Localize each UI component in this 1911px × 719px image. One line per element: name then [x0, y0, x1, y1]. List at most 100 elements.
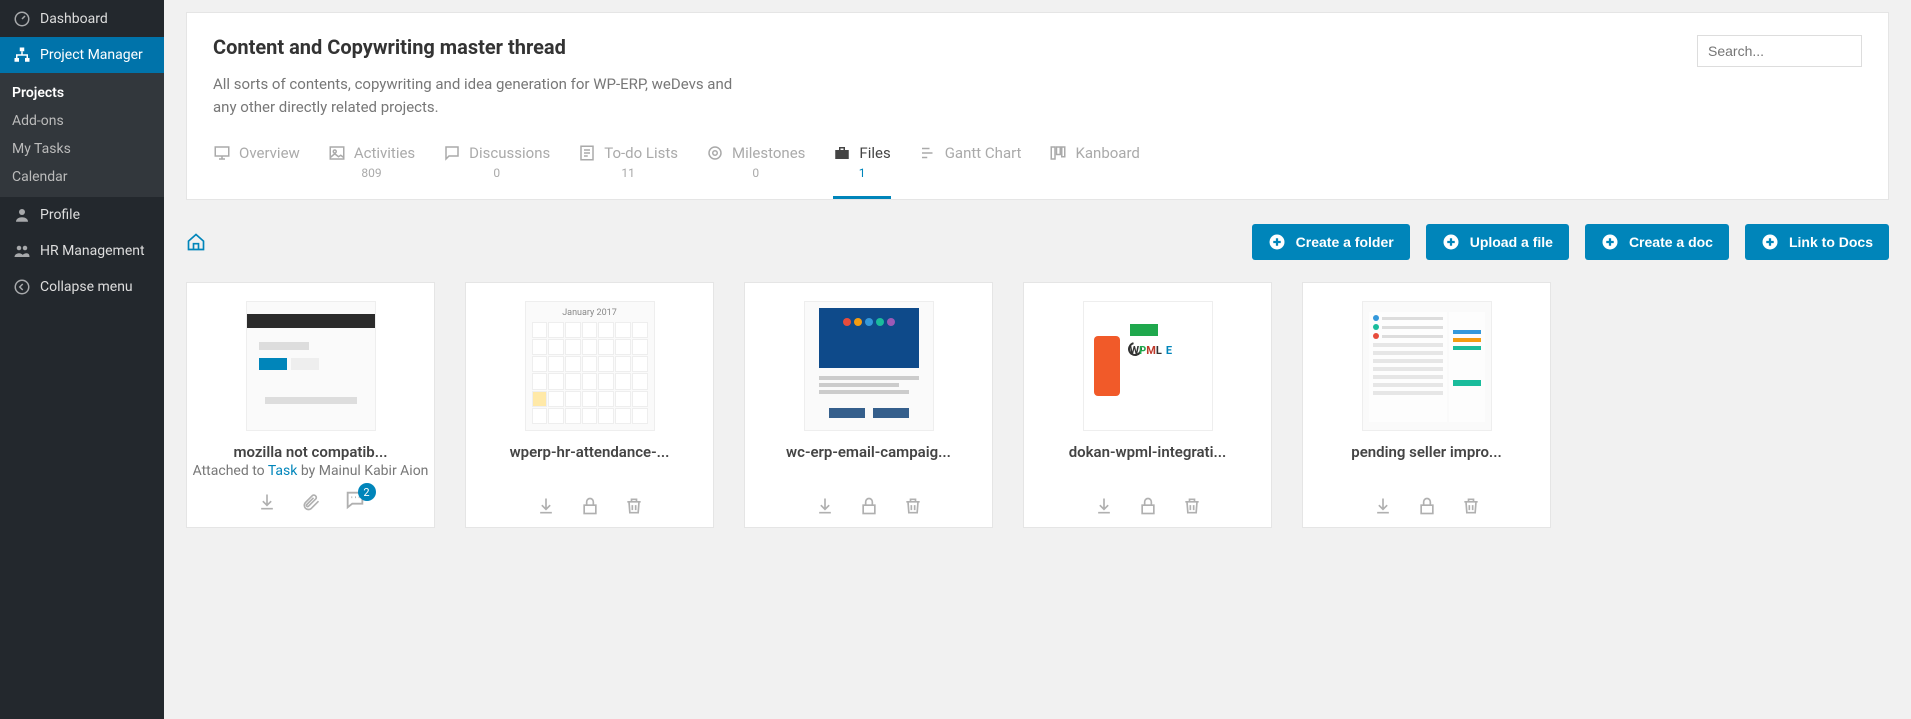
- files-toolbar: Create a folder Upload a file Create a d…: [186, 224, 1889, 260]
- sidebar-label: Project Manager: [40, 47, 143, 63]
- trash-icon[interactable]: [623, 495, 645, 517]
- project-description: All sorts of contents, copywriting and i…: [213, 73, 753, 118]
- download-icon[interactable]: [256, 491, 278, 513]
- tab-label: Discussions: [469, 144, 550, 162]
- tab-count: 0: [493, 166, 500, 180]
- file-thumbnail: [745, 283, 992, 437]
- link-docs-button[interactable]: Link to Docs: [1745, 224, 1889, 260]
- file-title: dokan-wpml-integrati...: [1024, 437, 1271, 463]
- comment-count-badge: 2: [358, 483, 376, 501]
- bars-icon: [919, 144, 937, 162]
- search-input[interactable]: [1697, 35, 1862, 67]
- submenu-item-projects[interactable]: Projects: [0, 79, 164, 107]
- monitor-icon: [213, 144, 231, 162]
- submenu-item-calendar[interactable]: Calendar: [0, 163, 164, 191]
- trash-icon[interactable]: [1460, 495, 1482, 517]
- user-icon: [12, 205, 32, 225]
- sidebar-item-dashboard[interactable]: Dashboard: [0, 1, 164, 37]
- sidebar-label: HR Management: [40, 243, 145, 259]
- tab-gantt-chart[interactable]: Gantt Chart: [919, 144, 1022, 199]
- file-title: wperp-hr-attendance-...: [466, 437, 713, 463]
- download-icon[interactable]: [814, 495, 836, 517]
- button-label: Upload a file: [1470, 234, 1553, 250]
- file-cards: mozilla not compatib... Attached to Task…: [186, 282, 1889, 528]
- file-thumbnail: [1303, 283, 1550, 437]
- tab-label: Activities: [354, 144, 415, 162]
- tab-count: 809: [361, 166, 381, 180]
- main-content: Content and Copywriting master thread Al…: [164, 0, 1911, 719]
- sidebar-item-profile[interactable]: Profile: [0, 197, 164, 233]
- file-card[interactable]: January 2017 wperp-hr-attendance-...: [465, 282, 714, 528]
- users-icon: [12, 241, 32, 261]
- home-icon[interactable]: [186, 232, 206, 252]
- project-tabs: Overview Activities 809 Discussions: [213, 144, 1862, 199]
- tab-milestones[interactable]: Milestones 0: [706, 144, 805, 199]
- trash-icon[interactable]: [902, 495, 924, 517]
- columns-icon: [1049, 144, 1067, 162]
- file-card[interactable]: wc-erp-email-campaig...: [744, 282, 993, 528]
- download-icon[interactable]: [535, 495, 557, 517]
- gauge-icon: [12, 9, 32, 29]
- tab-label: Milestones: [732, 144, 805, 162]
- lock-icon[interactable]: [1416, 495, 1438, 517]
- tab-todo-lists[interactable]: To-do Lists 11: [578, 144, 678, 199]
- plus-circle-icon: [1268, 233, 1286, 251]
- sidebar-label: Collapse menu: [40, 279, 133, 295]
- button-label: Create a folder: [1296, 234, 1394, 250]
- sitemap-icon: [12, 45, 32, 65]
- project-title: Content and Copywriting master thread: [213, 35, 753, 59]
- trash-icon[interactable]: [1181, 495, 1203, 517]
- download-icon[interactable]: [1093, 495, 1115, 517]
- download-icon[interactable]: [1372, 495, 1394, 517]
- sidebar-item-project-manager[interactable]: Project Manager: [0, 37, 164, 73]
- tab-count: 0: [752, 166, 759, 180]
- lock-icon[interactable]: [1137, 495, 1159, 517]
- file-title: wc-erp-email-campaig...: [745, 437, 992, 463]
- briefcase-icon: [833, 144, 851, 162]
- plus-circle-icon: [1601, 233, 1619, 251]
- checklist-icon: [578, 144, 596, 162]
- target-icon: [706, 144, 724, 162]
- create-folder-button[interactable]: Create a folder: [1252, 224, 1410, 260]
- file-card[interactable]: pending seller impro...: [1302, 282, 1551, 528]
- admin-sidebar: Dashboard Project Manager Projects Add-o…: [0, 0, 164, 719]
- file-attachment-info: Attached to Task by Mainul Kabir Aion: [193, 463, 429, 479]
- button-label: Link to Docs: [1789, 234, 1873, 250]
- tab-count: 1: [859, 166, 866, 180]
- sidebar-label: Dashboard: [40, 11, 108, 27]
- collapse-icon: [12, 277, 32, 297]
- tab-label: Kanboard: [1075, 144, 1139, 162]
- tab-kanboard[interactable]: Kanboard: [1049, 144, 1139, 199]
- file-thumbnail: January 2017: [466, 283, 713, 437]
- file-title: pending seller impro...: [1303, 437, 1550, 463]
- button-label: Create a doc: [1629, 234, 1713, 250]
- tab-activities[interactable]: Activities 809: [328, 144, 415, 199]
- image-icon: [328, 144, 346, 162]
- tab-count: 11: [621, 166, 635, 180]
- sidebar-item-collapse[interactable]: Collapse menu: [0, 269, 164, 305]
- attachment-icon[interactable]: [300, 491, 322, 513]
- project-header-panel: Content and Copywriting master thread Al…: [186, 12, 1889, 200]
- tab-discussions[interactable]: Discussions 0: [443, 144, 550, 199]
- submenu-item-addons[interactable]: Add-ons: [0, 107, 164, 135]
- plus-circle-icon: [1442, 233, 1460, 251]
- upload-file-button[interactable]: Upload a file: [1426, 224, 1569, 260]
- sidebar-submenu: Projects Add-ons My Tasks Calendar: [0, 73, 164, 197]
- chat-icon: [443, 144, 461, 162]
- file-title: mozilla not compatib...: [187, 437, 434, 463]
- file-card[interactable]: mozilla not compatib... Attached to Task…: [186, 282, 435, 528]
- task-link[interactable]: Task: [268, 463, 298, 479]
- file-thumbnail: [187, 283, 434, 437]
- sidebar-item-hr-management[interactable]: HR Management: [0, 233, 164, 269]
- lock-icon[interactable]: [858, 495, 880, 517]
- lock-icon[interactable]: [579, 495, 601, 517]
- file-thumbnail: WPMLE: [1024, 283, 1271, 437]
- plus-circle-icon: [1761, 233, 1779, 251]
- tab-label: Files: [859, 144, 890, 162]
- create-doc-button[interactable]: Create a doc: [1585, 224, 1729, 260]
- submenu-item-my-tasks[interactable]: My Tasks: [0, 135, 164, 163]
- tab-overview[interactable]: Overview: [213, 144, 300, 199]
- file-card[interactable]: WPMLE dokan-wpml-integrati...: [1023, 282, 1272, 528]
- sidebar-label: Profile: [40, 207, 80, 223]
- tab-files[interactable]: Files 1: [833, 144, 890, 199]
